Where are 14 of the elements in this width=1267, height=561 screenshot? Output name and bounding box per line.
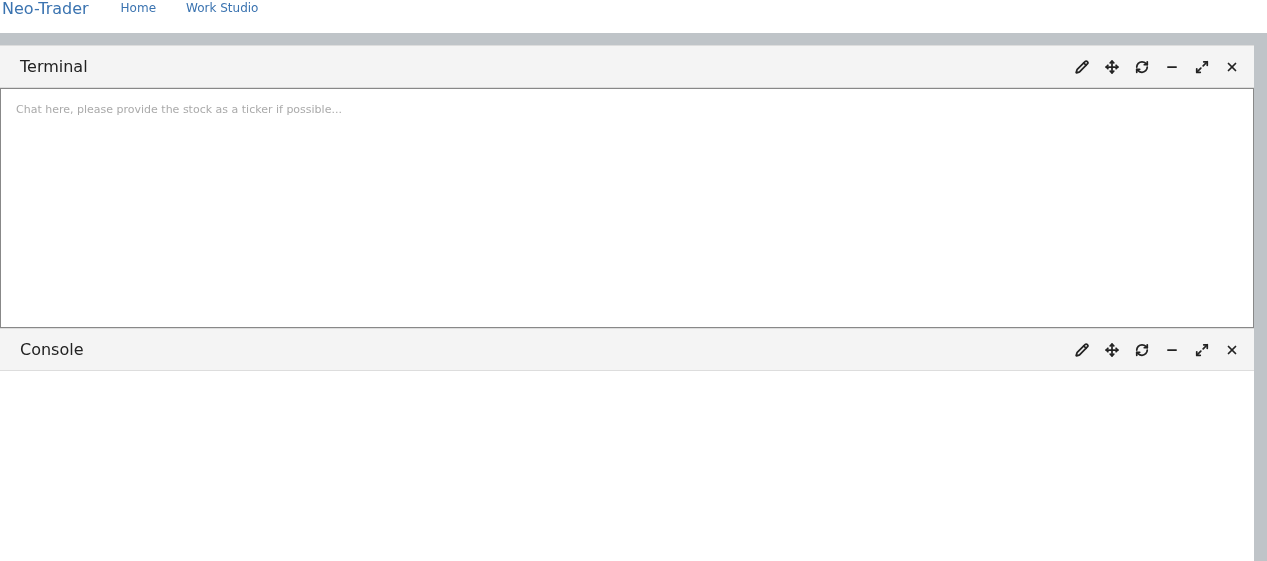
chat-input[interactable]: Chat here, please provide the stock as a ticker if possible...: [0, 88, 1254, 328]
move-icon[interactable]: [1105, 342, 1119, 357]
nav-link[interactable]: Work Studio: [186, 1, 259, 15]
refresh-icon[interactable]: [1135, 342, 1149, 357]
move-icon[interactable]: [1105, 59, 1119, 74]
brand-link[interactable]: Neo-Trader: [2, 0, 89, 18]
pencil-icon[interactable]: [1075, 342, 1089, 357]
refresh-icon[interactable]: [1135, 59, 1149, 74]
panel-title: Terminal: [20, 57, 88, 76]
expand-icon[interactable]: [1195, 59, 1209, 74]
expand-icon[interactable]: [1195, 342, 1209, 357]
nav-link[interactable]: Home: [120, 1, 157, 15]
pencil-icon[interactable]: [1075, 59, 1089, 74]
panel-title: Console: [20, 340, 84, 359]
